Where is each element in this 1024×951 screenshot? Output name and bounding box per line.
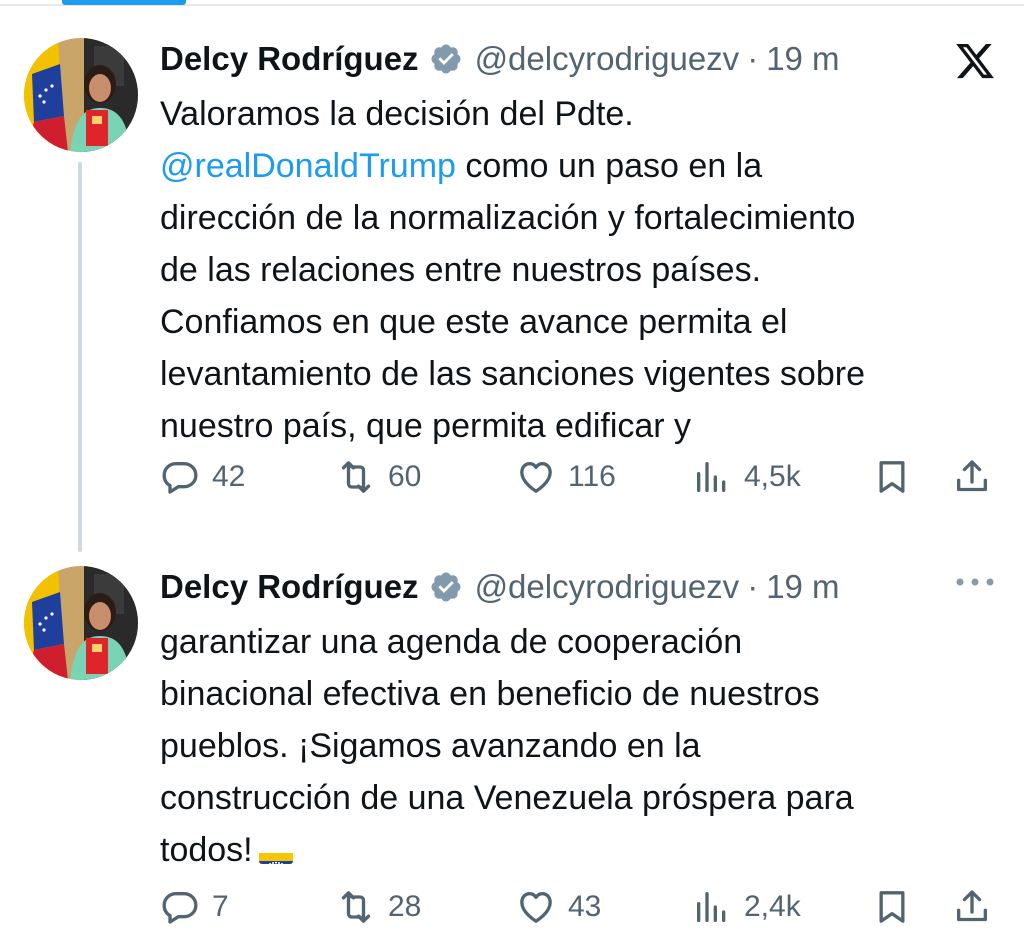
more-options-icon[interactable] bbox=[954, 576, 996, 588]
view-count: 2,4k bbox=[744, 890, 801, 923]
separator-dot: · bbox=[747, 40, 759, 77]
reply-count: 42 bbox=[212, 460, 246, 493]
share-icon bbox=[957, 460, 987, 492]
text-line: dirección de la normalización y fortalec… bbox=[160, 199, 856, 237]
thread-connector bbox=[78, 162, 82, 552]
mention-link[interactable]: @realDonaldTrump bbox=[160, 147, 456, 185]
tweet-text: Valoramos la decisión del Pdte. @realDon… bbox=[160, 88, 990, 452]
tweet-text: garantizar una agenda de cooperación bin… bbox=[160, 616, 990, 876]
bookmark-button[interactable] bbox=[872, 452, 924, 502]
separator-dot: · bbox=[747, 568, 759, 605]
bookmark-icon bbox=[879, 891, 905, 923]
text-line: pueblos. ¡Sigamos avanzando en la bbox=[160, 727, 701, 765]
text-fragment: como un paso en la bbox=[455, 147, 763, 185]
reply-button[interactable]: 42 bbox=[160, 452, 245, 502]
active-tab-indicator bbox=[62, 0, 186, 5]
repost-count: 60 bbox=[388, 460, 422, 493]
avatar[interactable] bbox=[24, 566, 138, 680]
text-line: binacional efectiva en beneficio de nues… bbox=[160, 675, 820, 713]
verified-badge-icon bbox=[431, 44, 461, 74]
repost-icon bbox=[341, 891, 371, 923]
text-line: Valoramos la decisión del Pdte. bbox=[160, 95, 634, 133]
like-count: 116 bbox=[568, 460, 616, 493]
text-line: Confiamos en que este avance permita el bbox=[160, 303, 788, 341]
author-handle[interactable]: @delcyrodriguezv bbox=[475, 568, 740, 606]
timestamp[interactable]: 19 m bbox=[766, 40, 839, 78]
heart-icon bbox=[520, 462, 552, 493]
reply-button[interactable]: 7 bbox=[160, 882, 229, 932]
venezuela-flag-emoji bbox=[258, 840, 293, 864]
reply-count: 7 bbox=[212, 890, 229, 923]
text-fragment: todos! bbox=[160, 831, 253, 869]
reply-icon bbox=[162, 892, 198, 924]
author-handle[interactable]: @delcyrodriguezv bbox=[475, 40, 740, 78]
text-line: de las relaciones entre nuestros países. bbox=[160, 251, 762, 289]
repost-count: 28 bbox=[388, 890, 422, 923]
views-button[interactable]: 4,5k bbox=[692, 452, 801, 502]
x-logo-icon bbox=[956, 43, 994, 79]
repost-button[interactable]: 28 bbox=[336, 882, 421, 932]
bookmark-button[interactable] bbox=[872, 882, 924, 932]
reply-icon bbox=[162, 462, 198, 494]
tweet-header: Delcy Rodríguez @delcyrodriguezv · 19 m bbox=[160, 34, 840, 84]
verified-badge-icon bbox=[431, 572, 461, 602]
text-line: construcción de una Venezuela próspera p… bbox=[160, 779, 854, 817]
action-bar: 42 60 116 4,5k bbox=[160, 452, 1000, 502]
timestamp[interactable]: 19 m bbox=[766, 568, 839, 606]
author-name[interactable]: Delcy Rodríguez bbox=[160, 568, 419, 606]
text-line: nuestro país, que permita edificar y bbox=[160, 407, 692, 445]
tweet-header: Delcy Rodríguez @delcyrodriguezv · 19 m bbox=[160, 562, 840, 612]
share-button[interactable] bbox=[952, 882, 1004, 932]
heart-icon bbox=[520, 892, 552, 923]
action-bar: 7 28 43 2,4k bbox=[160, 882, 1000, 932]
analytics-icon bbox=[697, 892, 726, 922]
like-button[interactable]: 116 bbox=[516, 452, 616, 502]
avatar[interactable] bbox=[24, 38, 138, 152]
text-line: garantizar una agenda de cooperación bbox=[160, 623, 743, 661]
like-button[interactable]: 43 bbox=[516, 882, 601, 932]
tweet[interactable]: Delcy Rodríguez @delcyrodriguezv · 19 m … bbox=[0, 30, 1024, 552]
text-line: todos! bbox=[160, 824, 990, 876]
share-icon bbox=[957, 890, 987, 922]
share-button[interactable] bbox=[952, 452, 1004, 502]
analytics-icon bbox=[697, 462, 726, 492]
author-name[interactable]: Delcy Rodríguez bbox=[160, 40, 419, 78]
text-line: @realDonaldTrump como un paso en la bbox=[160, 140, 990, 192]
bookmark-icon bbox=[879, 461, 905, 493]
repost-button[interactable]: 60 bbox=[336, 452, 421, 502]
like-count: 43 bbox=[568, 890, 602, 923]
view-count: 4,5k bbox=[744, 460, 801, 493]
views-button[interactable]: 2,4k bbox=[692, 882, 801, 932]
repost-icon bbox=[341, 461, 371, 493]
tweet[interactable]: Delcy Rodríguez @delcyrodriguezv · 19 m … bbox=[0, 558, 1024, 951]
text-line: levantamiento de las sanciones vigentes … bbox=[160, 355, 865, 393]
